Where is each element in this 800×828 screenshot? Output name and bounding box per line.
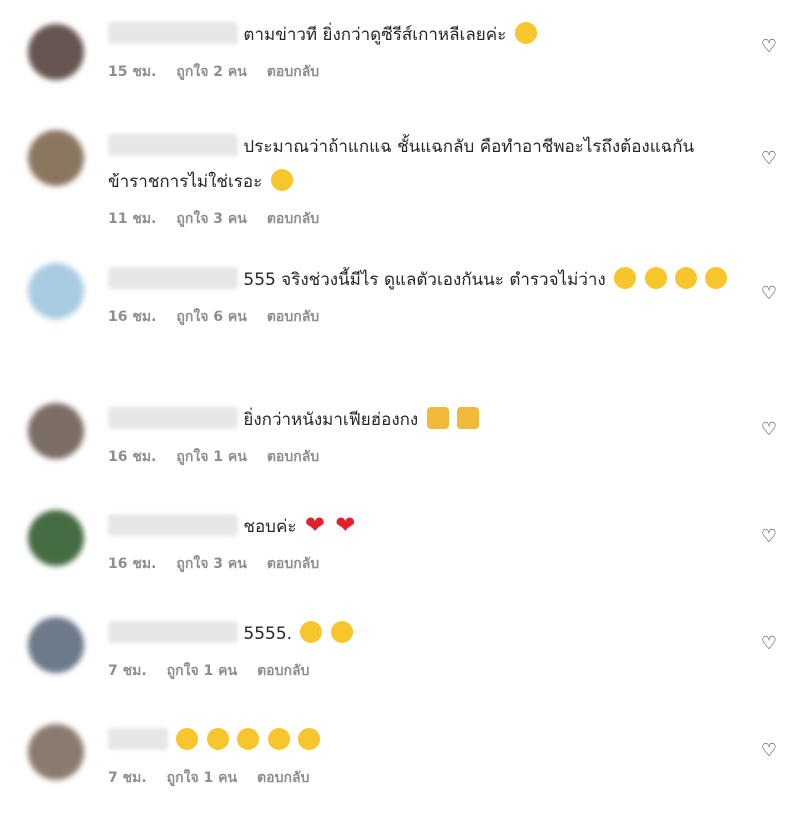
emoji-icon <box>457 407 480 429</box>
username[interactable] <box>108 621 238 643</box>
username[interactable] <box>108 514 238 536</box>
comment-meta: 11 ชม. ถูกใจ 3 คน ตอบกลับ <box>108 208 730 230</box>
heart-outline-icon[interactable]: ♡ <box>760 528 778 546</box>
comment-meta: 7 ชม. ถูกใจ 1 คน ตอบกลับ <box>108 660 730 682</box>
heart-emoji-icon <box>305 508 327 543</box>
heart-outline-icon[interactable]: ♡ <box>760 635 778 653</box>
timestamp[interactable]: 15 ชม. <box>108 61 156 83</box>
username[interactable] <box>108 407 238 429</box>
timestamp[interactable]: 16 ชม. <box>108 553 156 575</box>
username[interactable] <box>108 134 238 156</box>
like-count[interactable]: ถูกใจ 3 คน <box>176 208 246 230</box>
avatar[interactable] <box>28 263 84 319</box>
heart-outline-icon[interactable]: ♡ <box>760 742 778 760</box>
username[interactable] <box>108 22 238 44</box>
timestamp[interactable]: 16 ชม. <box>108 446 156 468</box>
emoji-icon <box>237 728 260 750</box>
emoji-icon <box>300 621 323 643</box>
reply-button[interactable]: ตอบกลับ <box>267 553 319 575</box>
comment-meta: 7 ชม. ถูกใจ 1 คน ตอบกลับ <box>108 767 730 789</box>
avatar[interactable] <box>28 403 84 459</box>
reply-button[interactable]: ตอบกลับ <box>267 306 319 328</box>
comment-text: 555 จริงช่วงนี้มีไร ดูแลตัวเองกันนะ ตำรว… <box>108 263 730 298</box>
emoji-icon <box>426 407 449 429</box>
avatar[interactable] <box>28 510 84 566</box>
like-count[interactable]: ถูกใจ 1 คน <box>167 660 237 682</box>
like-count[interactable]: ถูกใจ 2 คน <box>176 61 246 83</box>
comment-text: ประมาณว่าถ้าแกแฉ ชั้นแฉกลับ คือทำอาชีพอะ… <box>108 130 730 200</box>
reply-button[interactable]: ตอบกลับ <box>267 446 319 468</box>
comment-text: ตามข่าวที ยิ่งกว่าดูซีรีส์เกาหลีเลยค่ะ <box>108 18 730 53</box>
comment-meta: 16 ชม. ถูกใจ 6 คน ตอบกลับ <box>108 306 730 328</box>
comment-text: ยิ่งกว่าหนังมาเฟียฮ่องกง <box>108 403 730 438</box>
like-count[interactable]: ถูกใจ 6 คน <box>176 306 246 328</box>
comment-meta: 16 ชม. ถูกใจ 3 คน ตอบกลับ <box>108 553 730 575</box>
emoji-icon <box>674 267 697 289</box>
comment-meta: 15 ชม. ถูกใจ 2 คน ตอบกลับ <box>108 61 730 83</box>
emoji-icon <box>206 728 229 750</box>
timestamp[interactable]: 16 ชม. <box>108 306 156 328</box>
emoji-icon <box>705 267 728 289</box>
reply-button[interactable]: ตอบกลับ <box>267 208 319 230</box>
like-count[interactable]: ถูกใจ 3 คน <box>176 553 246 575</box>
heart-outline-icon[interactable]: ♡ <box>760 285 778 303</box>
comment-text: 5555. <box>108 617 730 652</box>
timestamp[interactable]: 7 ชม. <box>108 660 147 682</box>
comment-meta: 16 ชม. ถูกใจ 1 คน ตอบกลับ <box>108 446 730 468</box>
emoji-icon <box>330 621 353 643</box>
avatar[interactable] <box>28 130 84 186</box>
reply-button[interactable]: ตอบกลับ <box>267 61 319 83</box>
heart-outline-icon[interactable]: ♡ <box>760 421 778 439</box>
emoji-icon <box>298 728 321 750</box>
like-count[interactable]: ถูกใจ 1 คน <box>167 767 237 789</box>
avatar[interactable] <box>28 24 84 80</box>
emoji-icon <box>614 267 637 289</box>
emoji-icon <box>267 728 290 750</box>
comment-text <box>108 724 730 759</box>
avatar[interactable] <box>28 724 84 780</box>
emoji-icon <box>176 728 199 750</box>
avatar[interactable] <box>28 617 84 673</box>
emoji-icon <box>270 169 293 191</box>
heart-emoji-icon <box>335 508 357 543</box>
heart-outline-icon[interactable]: ♡ <box>760 150 778 168</box>
timestamp[interactable]: 11 ชม. <box>108 208 156 230</box>
username[interactable] <box>108 267 238 289</box>
username[interactable] <box>108 728 168 750</box>
emoji-icon <box>514 22 537 44</box>
emoji-icon <box>644 267 667 289</box>
like-count[interactable]: ถูกใจ 1 คน <box>176 446 246 468</box>
timestamp[interactable]: 7 ชม. <box>108 767 147 789</box>
comment-text: ชอบค่ะ <box>108 508 730 545</box>
heart-outline-icon[interactable]: ♡ <box>760 38 778 56</box>
reply-button[interactable]: ตอบกลับ <box>257 767 309 789</box>
reply-button[interactable]: ตอบกลับ <box>257 660 309 682</box>
